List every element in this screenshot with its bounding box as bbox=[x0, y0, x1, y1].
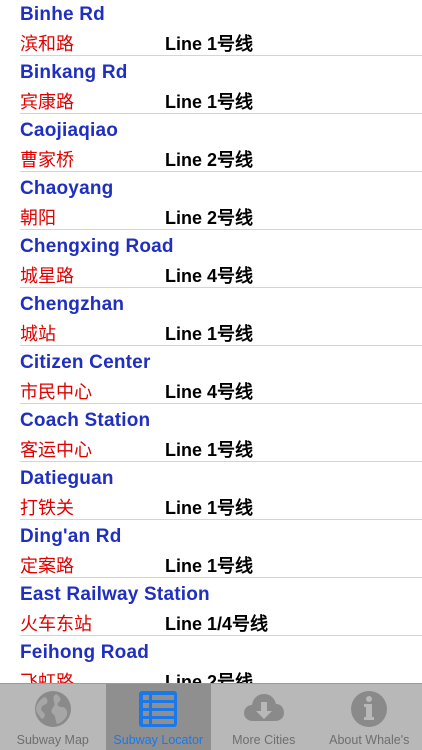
station-name-en: Feihong Road bbox=[20, 642, 150, 663]
station-line: Line 2号线 bbox=[165, 150, 254, 170]
station-row[interactable]: Ding'an Rd 定案路 Line 1号线 bbox=[20, 520, 422, 578]
station-name-zh: 客运中心 bbox=[20, 440, 92, 460]
station-row[interactable]: Caojiaqiao 曹家桥 Line 2号线 bbox=[20, 114, 422, 172]
station-line: Line 1号线 bbox=[165, 498, 254, 518]
list-icon bbox=[139, 691, 178, 727]
station-name-en: Binhe Rd bbox=[20, 4, 105, 25]
tab-subway-map[interactable]: Subway Map bbox=[0, 684, 106, 750]
station-name-en: Chaoyang bbox=[20, 178, 114, 199]
station-row[interactable]: Chaoyang 朝阳 Line 2号线 bbox=[20, 172, 422, 230]
station-row[interactable]: Chengxing Road 城星路 Line 4号线 bbox=[20, 230, 422, 288]
station-list[interactable]: Binhe Rd 滨和路 Line 1号线 Binkang Rd 宾康路 Lin… bbox=[0, 0, 422, 685]
station-name-en: Ding'an Rd bbox=[20, 526, 122, 547]
tab-more-cities[interactable]: More Cities bbox=[211, 684, 317, 750]
station-name-zh: 城站 bbox=[20, 324, 56, 344]
station-row[interactable]: Citizen Center 市民中心 Line 4号线 bbox=[20, 346, 422, 404]
station-name-en: Datieguan bbox=[20, 468, 114, 489]
station-line: Line 2号线 bbox=[165, 208, 254, 228]
station-name-en: Binkang Rd bbox=[20, 62, 128, 83]
station-name-en: Coach Station bbox=[20, 410, 151, 431]
cloud-download-icon bbox=[243, 694, 284, 721]
station-name-en: Caojiaqiao bbox=[20, 120, 119, 141]
tab-label: Subway Locator bbox=[113, 733, 204, 747]
station-name-zh: 朝阳 bbox=[20, 208, 56, 228]
station-row[interactable]: Coach Station 客运中心 Line 1号线 bbox=[20, 404, 422, 462]
station-name-en: East Railway Station bbox=[20, 584, 210, 605]
tab-subway-locator[interactable]: Subway Locator bbox=[105, 684, 211, 750]
station-line: Line 4号线 bbox=[165, 266, 254, 286]
tab-label: More Cities bbox=[232, 733, 296, 747]
station-row[interactable]: Chengzhan 城站 Line 1号线 bbox=[20, 288, 422, 346]
globe-icon bbox=[34, 691, 71, 727]
station-name-en: Chengzhan bbox=[20, 294, 125, 315]
tab-bar: Subway Map Subway Locator More Cities Ab… bbox=[0, 683, 422, 750]
station-row[interactable]: Binkang Rd 宾康路 Line 1号线 bbox=[20, 56, 422, 114]
station-line: Line 1号线 bbox=[165, 34, 254, 54]
station-row[interactable]: East Railway Station 火车东站 Line 1/4号线 bbox=[20, 578, 422, 636]
station-line: Line 1号线 bbox=[165, 324, 254, 344]
station-line: Line 1号线 bbox=[165, 440, 254, 460]
station-line: Line 4号线 bbox=[165, 382, 254, 402]
station-name-zh: 火车东站 bbox=[20, 614, 92, 634]
station-name-en: Chengxing Road bbox=[20, 236, 174, 257]
station-row[interactable]: Binhe Rd 滨和路 Line 1号线 bbox=[20, 0, 422, 56]
tab-about[interactable]: About Whale's bbox=[317, 684, 422, 750]
station-name-zh: 市民中心 bbox=[20, 382, 92, 402]
station-row[interactable]: Feihong Road 飞虹路 Line 2号线 bbox=[20, 636, 422, 685]
info-icon bbox=[351, 691, 388, 727]
station-name-zh: 打铁关 bbox=[20, 498, 74, 518]
screen: Binhe Rd 滨和路 Line 1号线 Binkang Rd 宾康路 Lin… bbox=[0, 0, 422, 750]
station-name-zh: 滨和路 bbox=[20, 34, 74, 54]
station-line: Line 1号线 bbox=[165, 92, 254, 112]
station-line: Line 1/4号线 bbox=[165, 614, 269, 634]
tab-label: About Whale's bbox=[329, 733, 410, 747]
station-name-zh: 城星路 bbox=[20, 266, 74, 286]
station-name-zh: 定案路 bbox=[20, 556, 74, 576]
station-name-en: Citizen Center bbox=[20, 352, 151, 373]
station-line: Line 1号线 bbox=[165, 556, 254, 576]
station-name-zh: 曹家桥 bbox=[20, 150, 74, 170]
station-row[interactable]: Datieguan 打铁关 Line 1号线 bbox=[20, 462, 422, 520]
station-name-zh: 宾康路 bbox=[20, 92, 74, 112]
tab-label: Subway Map bbox=[16, 733, 89, 747]
